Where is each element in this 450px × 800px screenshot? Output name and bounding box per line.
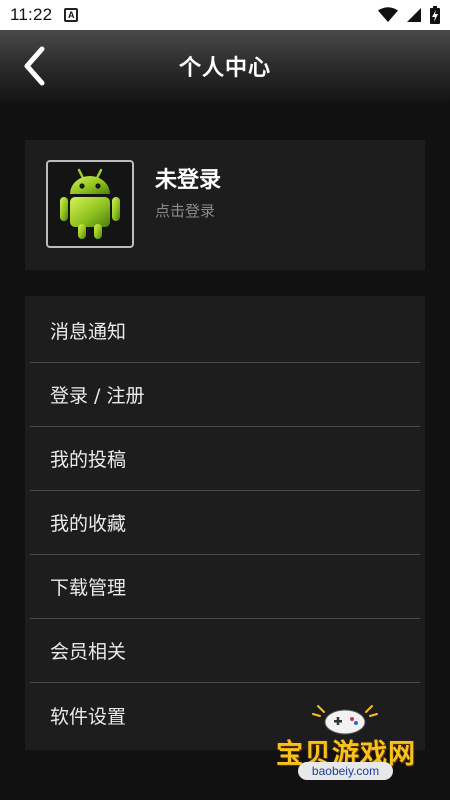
battery-charging-icon [430,6,440,24]
wifi-icon [378,7,398,22]
menu-list: 消息通知 登录 / 注册 我的投稿 我的收藏 下载管理 会员相关 软件设置 [25,296,425,750]
watermark: 宝贝游戏网 baobeiy.com [270,702,430,782]
status-icons [378,6,440,24]
watermark-url: baobeiy.com [298,762,393,780]
menu-item-label: 我的投稿 [50,449,127,471]
menu-item-login-register[interactable]: 登录 / 注册 [30,363,420,427]
menu-item-label: 软件设置 [50,705,127,728]
notification-badge: A [64,8,79,22]
status-bar: 11:22 A [0,0,450,30]
menu-item-label: 消息通知 [50,321,127,343]
chevron-left-icon [24,46,45,86]
menu-item-label: 登录 / 注册 [50,385,145,407]
login-prompt[interactable]: 点击登录 [155,200,215,221]
profile-card[interactable]: 未登录 点击登录 [25,140,425,270]
menu-item-label: 会员相关 [50,641,127,663]
menu-item-my-submissions[interactable]: 我的投稿 [30,427,420,491]
menu-item-my-favorites[interactable]: 我的收藏 [30,491,420,555]
menu-item-download-manager[interactable]: 下载管理 [30,555,420,619]
menu-item-membership[interactable]: 会员相关 [30,619,420,683]
menu-item-notifications[interactable]: 消息通知 [30,299,420,363]
app-header: 个人中心 [0,30,450,102]
menu-item-label: 下载管理 [50,577,127,599]
page-title: 个人中心 [178,56,271,81]
avatar[interactable] [46,160,134,248]
android-robot-icon [60,168,120,239]
menu-item-label: 我的收藏 [50,513,127,535]
cell-signal-icon [407,8,421,22]
back-button[interactable] [14,44,54,88]
profile-name: 未登录 [155,168,222,193]
status-time: 11:22 [10,5,53,24]
